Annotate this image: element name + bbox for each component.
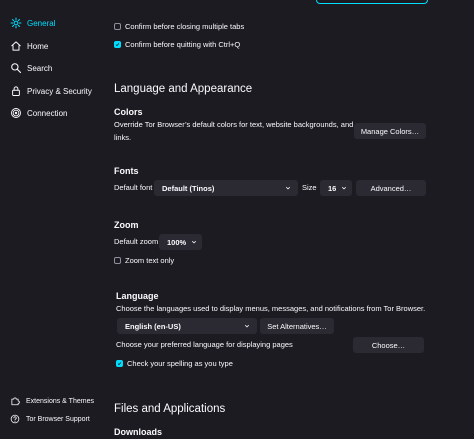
- sidebar-footer-label: Extensions & Themes: [26, 397, 94, 405]
- sidebar-footer-extensions[interactable]: Extensions & Themes: [9, 394, 94, 408]
- preferred-language-label: Choose your preferred language for displ…: [116, 340, 293, 349]
- sidebar-footer-support[interactable]: Tor Browser Support: [9, 412, 90, 426]
- zoom-heading: Zoom: [114, 220, 139, 230]
- sidebar-item-search[interactable]: Search: [9, 59, 52, 77]
- set-alternatives-button[interactable]: Set Alternatives…: [260, 318, 334, 334]
- default-zoom-label: Default zoom: [114, 237, 159, 246]
- confirm-close-tabs-label: Confirm before closing multiple tabs: [125, 22, 245, 31]
- home-icon: [9, 39, 23, 53]
- checkmark-icon: [117, 362, 122, 366]
- spell-check-checkbox[interactable]: [116, 360, 123, 367]
- gear-icon: [9, 16, 23, 30]
- lock-icon: [9, 84, 23, 98]
- language-description: Choose the languages used to display men…: [116, 304, 426, 313]
- confirm-quit-label: Confirm before quitting with Ctrl+Q: [125, 40, 241, 49]
- sidebar: General Home Search Privacy & Security C…: [0, 0, 100, 439]
- chevron-down-icon: [244, 324, 250, 328]
- default-font-select[interactable]: Default (Tinos): [154, 180, 298, 196]
- downloads-heading: Downloads: [114, 427, 163, 437]
- sidebar-item-general[interactable]: General: [9, 14, 55, 32]
- sidebar-footer-label: Tor Browser Support: [26, 415, 90, 423]
- colors-description-line1: Override Tor Browser’s default colors fo…: [114, 120, 354, 129]
- sidebar-item-connection[interactable]: Connection: [9, 104, 67, 122]
- confirm-quit-row[interactable]: Confirm before quitting with Ctrl+Q: [114, 40, 240, 49]
- language-value: English (en-US): [125, 321, 181, 331]
- size-label: Size: [302, 183, 317, 192]
- spell-check-label: Check your spelling as you type: [127, 359, 233, 368]
- help-icon: [9, 413, 21, 425]
- default-font-value: Default (Tinos): [162, 183, 215, 193]
- sidebar-item-label: Connection: [27, 108, 68, 118]
- manage-colors-button[interactable]: Manage Colors…: [354, 123, 426, 139]
- puzzle-icon: [9, 395, 21, 407]
- sidebar-item-label: General: [27, 18, 56, 28]
- font-size-select[interactable]: 16: [320, 180, 352, 196]
- language-select[interactable]: English (en-US): [117, 318, 257, 334]
- chevron-down-icon: [285, 186, 291, 190]
- search-icon: [9, 61, 23, 75]
- colors-description-line2: links.: [114, 133, 132, 142]
- default-zoom-value: 100%: [167, 237, 187, 247]
- sidebar-item-label: Search: [27, 63, 53, 73]
- zoom-text-only-row[interactable]: Zoom text only: [114, 256, 174, 265]
- language-heading: Language: [116, 291, 159, 301]
- choose-languages-button[interactable]: Choose…: [353, 337, 424, 353]
- confirm-close-tabs-row[interactable]: Confirm before closing multiple tabs: [114, 22, 244, 31]
- default-font-label: Default font: [114, 183, 153, 192]
- confirm-close-tabs-checkbox[interactable]: [114, 23, 121, 30]
- chevron-down-icon: [191, 240, 197, 244]
- checkmark-icon: [115, 43, 120, 47]
- focused-button-edge[interactable]: [316, 0, 428, 4]
- sidebar-item-privacy[interactable]: Privacy & Security: [9, 82, 92, 100]
- advanced-fonts-button[interactable]: Advanced…: [356, 180, 426, 196]
- sidebar-item-home[interactable]: Home: [9, 37, 48, 55]
- confirm-quit-checkbox[interactable]: [114, 41, 121, 48]
- language-appearance-heading: Language and Appearance: [114, 83, 253, 95]
- fonts-heading: Fonts: [114, 166, 139, 176]
- zoom-text-only-checkbox[interactable]: [114, 257, 121, 264]
- spell-check-row[interactable]: Check your spelling as you type: [116, 359, 233, 368]
- default-zoom-select[interactable]: 100%: [159, 234, 202, 250]
- sidebar-item-label: Home: [27, 41, 49, 51]
- font-size-value: 16: [328, 183, 337, 193]
- colors-heading: Colors: [114, 107, 143, 117]
- zoom-text-only-label: Zoom text only: [125, 256, 175, 265]
- sidebar-item-label: Privacy & Security: [27, 86, 92, 96]
- preferences-content: Confirm before closing multiple tabs Con…: [100, 0, 474, 439]
- onion-icon: [9, 106, 23, 120]
- chevron-down-icon: [341, 186, 347, 190]
- files-applications-heading: Files and Applications: [114, 403, 226, 415]
